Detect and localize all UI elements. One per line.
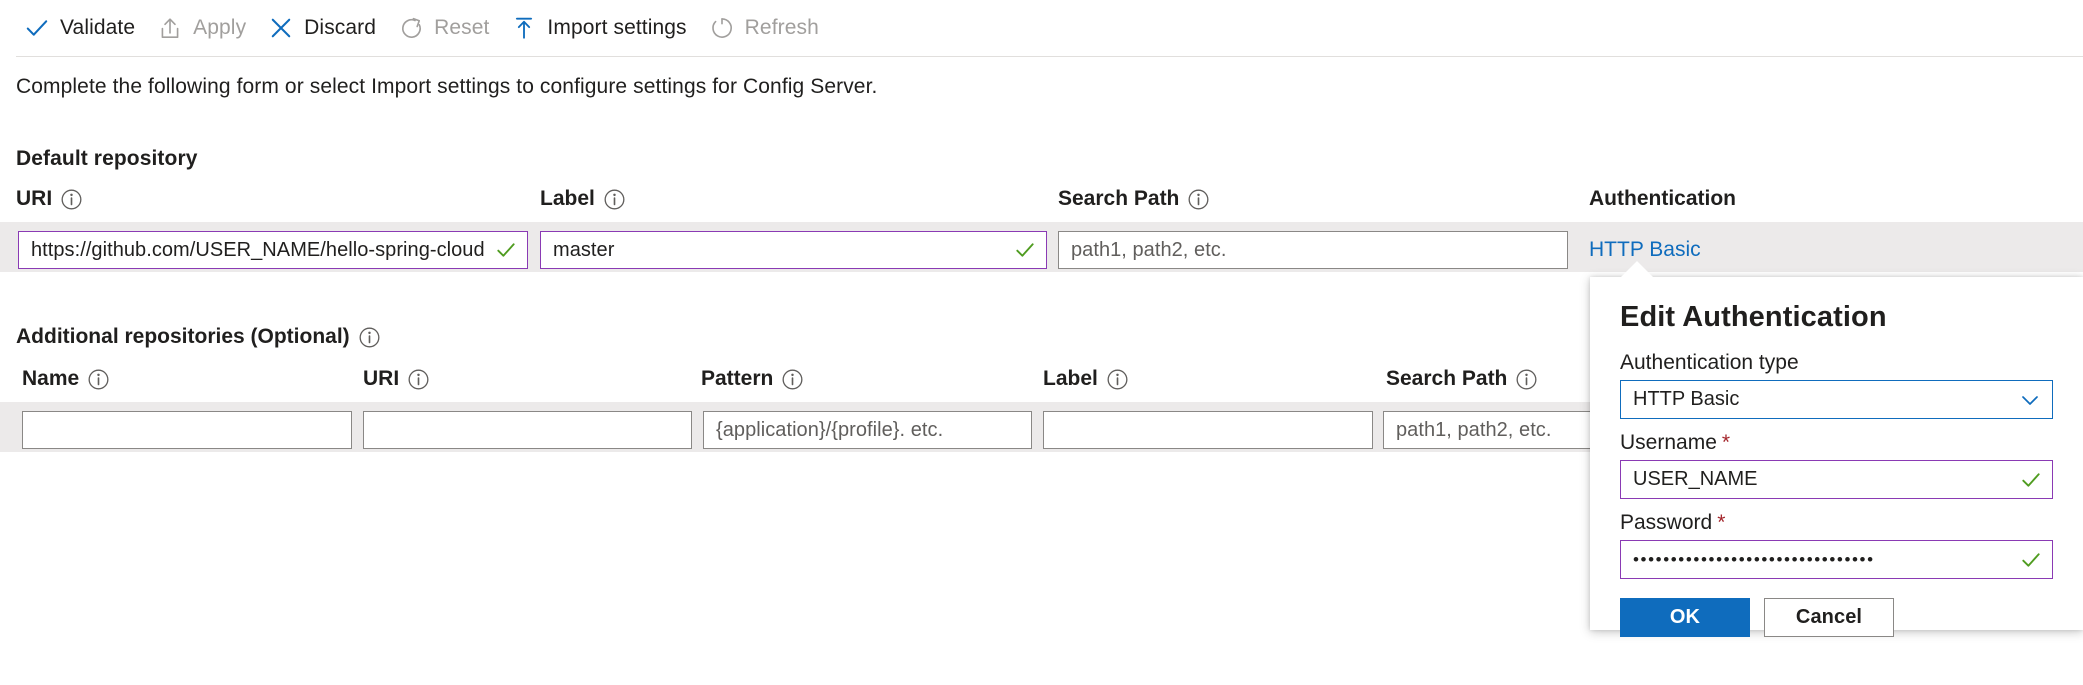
default-label-field[interactable] [540,231,1047,269]
username-label-text: Username [1620,431,1717,454]
username-input[interactable] [1633,468,2012,491]
info-icon[interactable] [359,327,380,348]
edit-authentication-callout: Edit Authentication Authentication type … [1590,277,2083,637]
additional-repositories-title: Additional repositories (Optional) [16,325,380,349]
valid-check-icon [1016,243,1034,257]
username-required-asterisk: * [1721,431,1731,454]
default-uri-field[interactable] [18,231,528,269]
info-icon[interactable] [408,369,429,390]
cancel-button[interactable]: Cancel [1764,598,1894,637]
refresh-circle-icon [711,18,732,38]
callout-title: Edit Authentication [1620,301,1887,333]
valid-check-icon [497,243,515,257]
additional-label-field[interactable] [1043,411,1373,449]
reset-label: Reset [434,16,490,39]
authentication-type-select[interactable]: HTTP Basic [1620,380,2053,419]
additional-pattern-field[interactable] [703,411,1032,449]
default-label-input[interactable] [553,238,1006,262]
column-header-search-path: Search Path [1058,187,1209,211]
info-icon[interactable] [88,369,109,390]
additional-column-header-label: Label [1043,367,1128,391]
checkmark-icon [26,20,48,36]
import-settings-button[interactable]: Import settings [505,6,702,50]
additional-column-header-pattern: Pattern [701,367,803,391]
callout-button-row: OK Cancel [1620,598,2053,637]
column-header-authentication-label: Authentication [1589,187,1736,210]
additional-column-header-uri: URI [363,367,429,391]
additional-uri-field[interactable] [363,411,692,449]
additional-repositories-title-label: Additional repositories (Optional) [16,325,350,348]
default-search-path-input[interactable] [1071,238,1557,262]
username-field[interactable] [1620,460,2053,499]
password-label: Password * [1620,511,2053,535]
default-repository-title: Default repository [16,147,198,170]
default-uri-input[interactable] [31,238,487,262]
additional-uri-input[interactable] [376,418,681,442]
command-toolbar: Validate Apply Discard Reset Import sett… [0,0,2083,56]
additional-name-field[interactable] [22,411,352,449]
validate-button[interactable]: Validate [18,6,151,50]
password-required-asterisk: * [1717,511,1726,534]
apply-button[interactable]: Apply [151,6,262,50]
info-icon[interactable] [604,189,625,210]
info-icon[interactable] [61,189,82,210]
authentication-type-label-text: Authentication type [1620,351,1799,374]
username-label: Username * [1620,431,2053,455]
additional-column-header-search-path: Search Path [1386,367,1537,391]
chevron-down-icon [2022,395,2038,405]
reset-arrow-icon [402,17,421,38]
discard-label: Discard [304,16,377,39]
column-header-label-label: Label [540,187,595,210]
info-icon[interactable] [1516,369,1537,390]
import-up-arrow-icon [516,17,533,39]
additional-label-input[interactable] [1056,418,1362,442]
validate-label: Validate [60,16,136,39]
column-header-uri-label: URI [16,187,53,210]
close-x-icon [271,18,291,38]
import-settings-label: Import settings [547,16,687,39]
authentication-type-label: Authentication type [1620,351,2053,375]
authentication-type-value: HTTP Basic [1633,388,1740,410]
apply-label: Apply [193,16,247,39]
password-field[interactable]: •••••••••••••••••••••••••••••••• [1620,540,2053,579]
toolbar-divider [16,56,2083,57]
additional-column-header-label-label: Label [1043,367,1098,390]
additional-column-header-name-label: Name [22,367,80,390]
info-icon[interactable] [1188,189,1209,210]
additional-name-input[interactable] [35,418,341,442]
default-search-path-field[interactable] [1058,231,1568,269]
valid-check-icon [2022,552,2040,567]
reset-button[interactable]: Reset [392,6,505,50]
ok-button[interactable]: OK [1620,598,1750,637]
column-header-uri: URI [16,187,82,211]
authentication-link[interactable]: HTTP Basic [1589,238,1701,262]
password-masked-value: •••••••••••••••••••••••••••••••• [1633,551,1875,568]
additional-column-header-search-path-label: Search Path [1386,367,1508,390]
upload-icon [161,18,179,39]
valid-check-icon [2022,472,2040,487]
config-server-settings-page: Validate Apply Discard Reset Import sett… [0,0,2083,685]
additional-column-header-uri-label: URI [363,367,400,390]
additional-column-header-pattern-label: Pattern [701,367,774,390]
column-header-label: Label [540,187,625,211]
refresh-button[interactable]: Refresh [703,6,835,50]
additional-column-header-name: Name [22,367,109,391]
column-header-authentication: Authentication [1589,187,1736,211]
info-icon[interactable] [782,369,803,390]
column-header-search-path-label: Search Path [1058,187,1180,210]
info-icon[interactable] [1107,369,1128,390]
additional-pattern-input[interactable] [716,418,1021,442]
password-label-text: Password [1620,511,1713,534]
intro-text: Complete the following form or select Im… [16,75,878,98]
discard-button[interactable]: Discard [262,6,392,50]
refresh-label: Refresh [744,16,819,39]
